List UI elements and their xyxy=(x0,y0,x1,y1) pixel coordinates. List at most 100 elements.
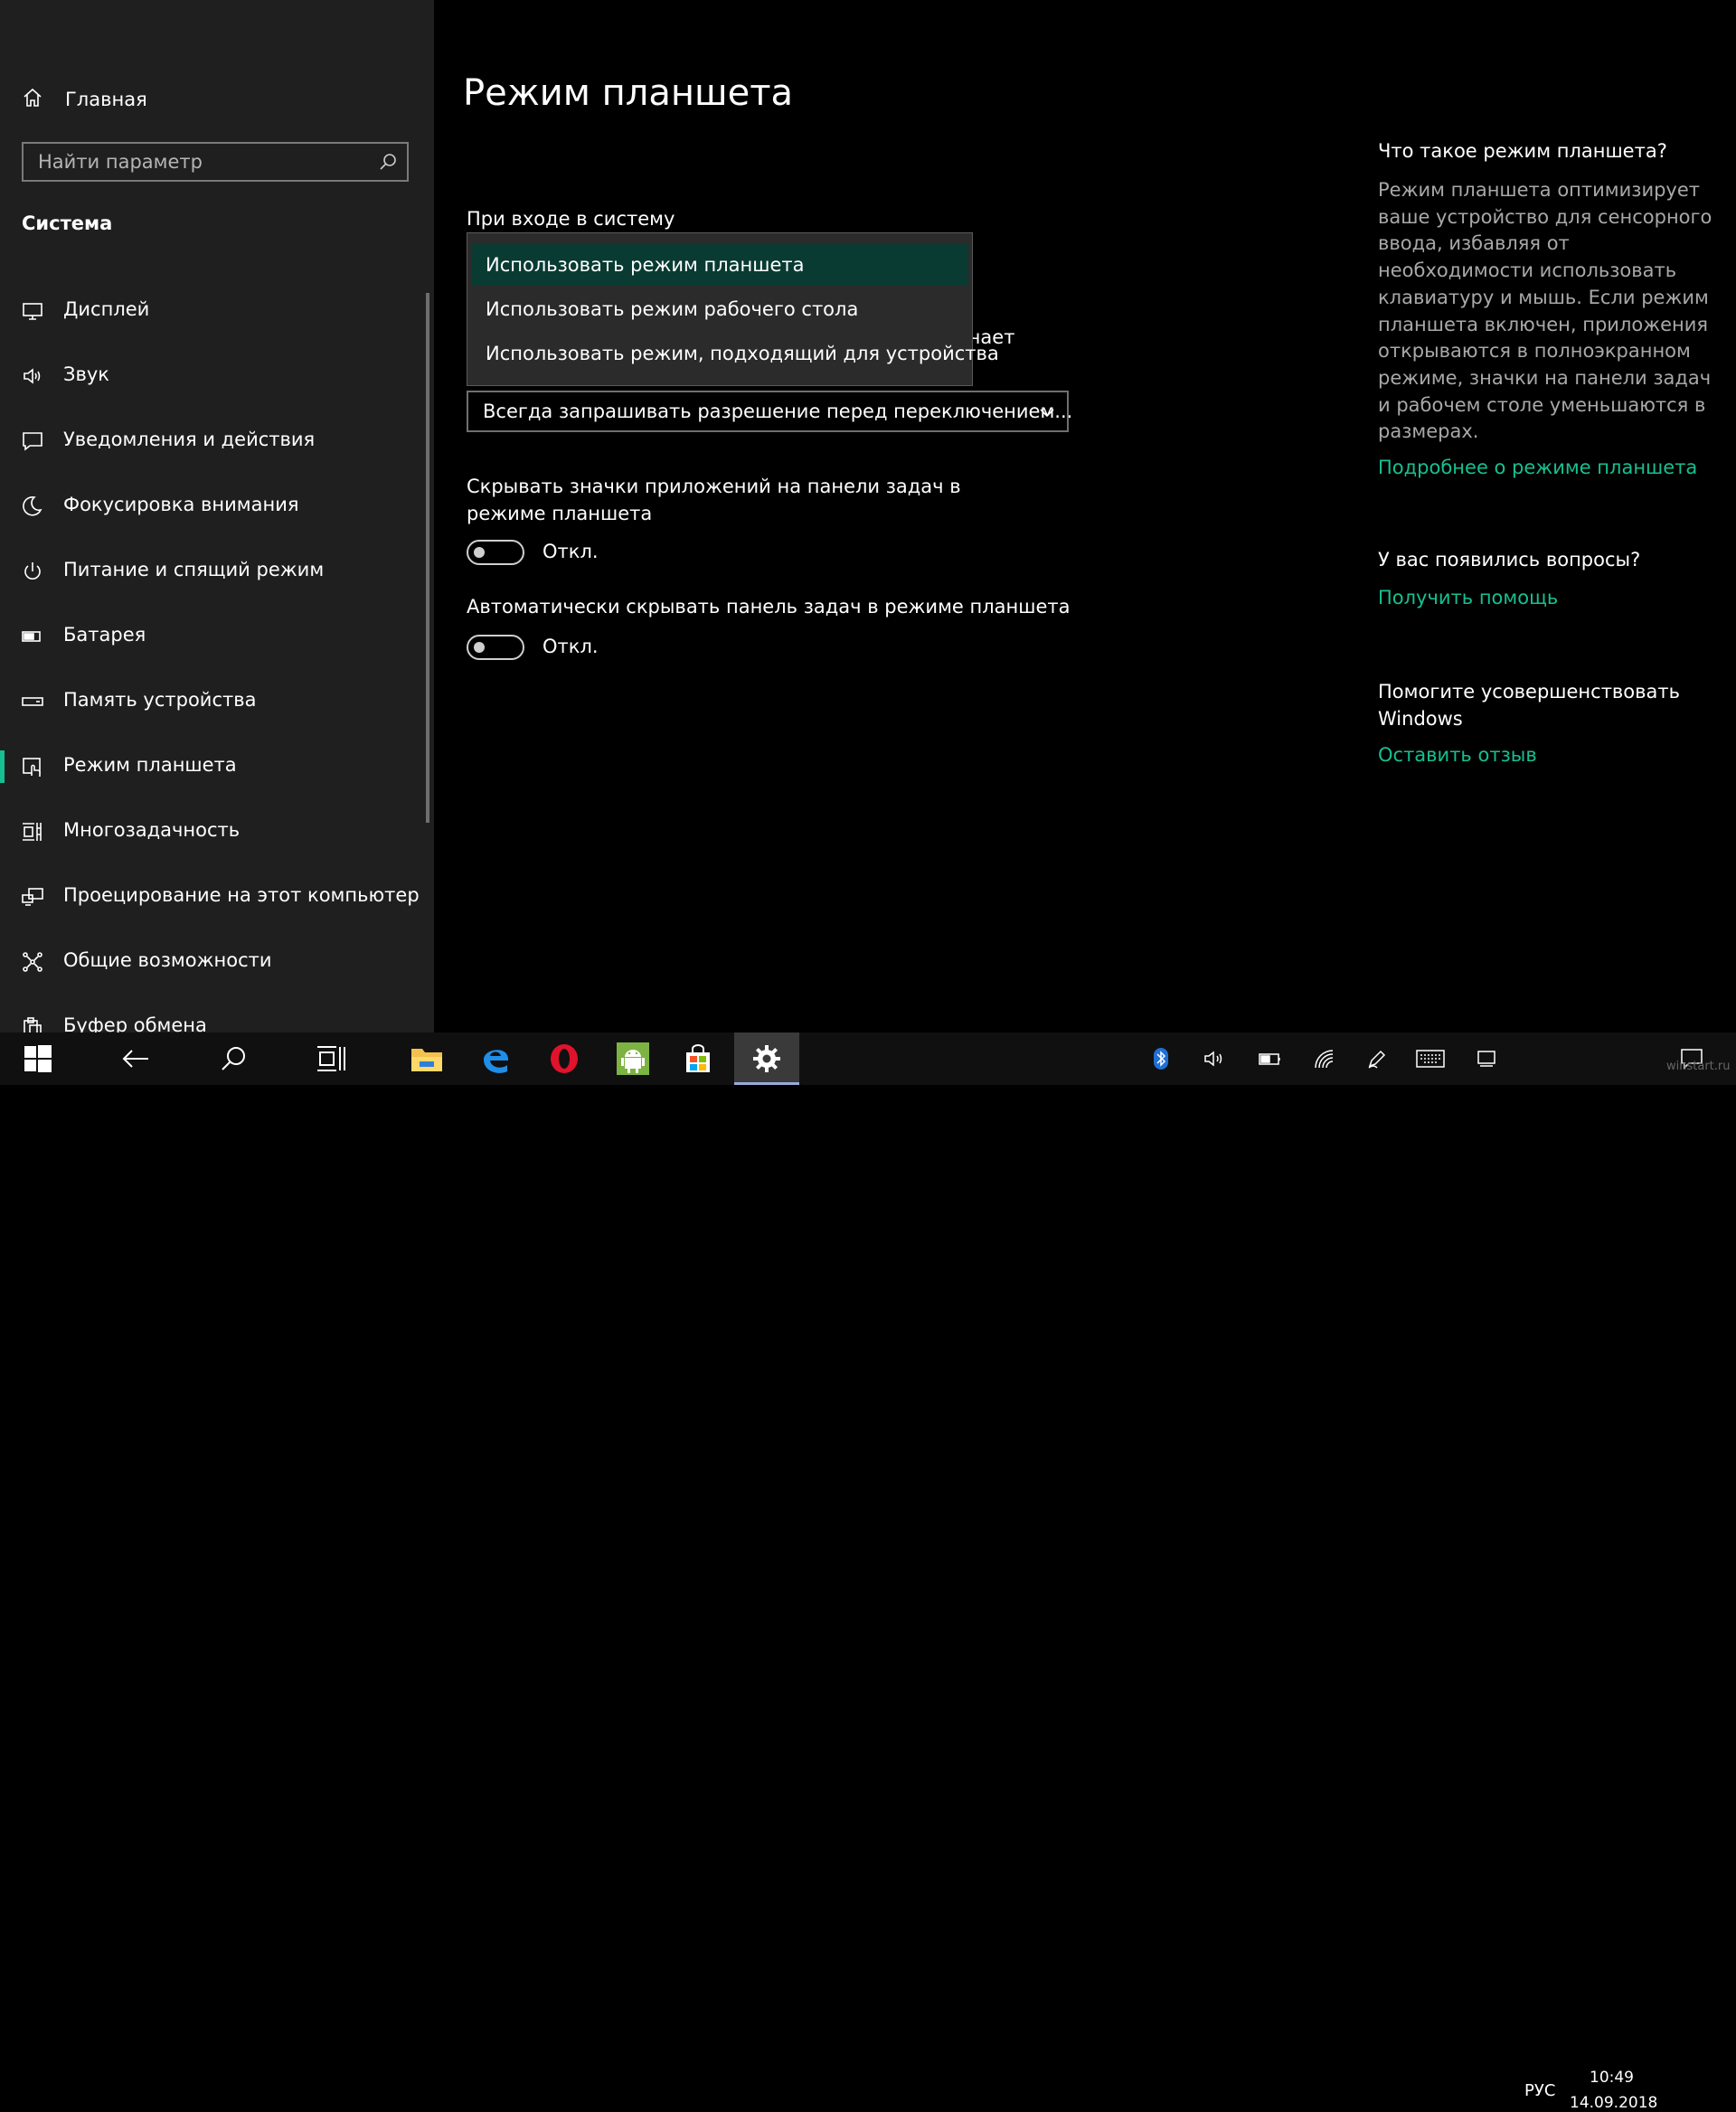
sidebar-scrollbar[interactable] xyxy=(426,293,429,823)
file-explorer-button[interactable] xyxy=(392,1032,460,1085)
sidebar-item-multitasking[interactable]: Многозадачность xyxy=(0,799,425,864)
sidebar-item-tablet-mode[interactable]: Режим планшета xyxy=(0,734,425,799)
help-feedback-link[interactable]: Оставить отзыв xyxy=(1378,744,1537,766)
toggle-knob xyxy=(474,642,485,653)
edge-browser-button[interactable] xyxy=(461,1032,529,1085)
battery-tray-icon[interactable] xyxy=(1257,1032,1284,1085)
sidebar-item-display[interactable]: Дисплей xyxy=(0,278,425,344)
language-indicator[interactable]: РУС xyxy=(1524,2081,1555,2100)
multitasking-icon xyxy=(23,823,42,841)
clock-time[interactable]: 10:49 xyxy=(1590,2069,1634,2087)
settings-app-button[interactable] xyxy=(734,1032,799,1085)
android-app-button[interactable] xyxy=(599,1032,666,1085)
home-label: Главная xyxy=(65,89,147,110)
task-view-icon xyxy=(317,1046,345,1071)
help-improve-heading: Помогите усовершенствовать Windows xyxy=(1378,681,1681,730)
pen-icon xyxy=(1368,1050,1386,1069)
store-button[interactable] xyxy=(666,1032,730,1085)
sidebar-item-sound[interactable]: Звук xyxy=(0,344,425,409)
autohide-state: Откл. xyxy=(542,636,599,657)
search-icon xyxy=(222,1047,245,1070)
sidebar-item-battery[interactable]: Батарея xyxy=(0,604,425,669)
sidebar-item-focus-assist[interactable]: Фокусировка внимания xyxy=(0,474,425,539)
hide-icons-toggle[interactable] xyxy=(467,540,524,565)
store-icon xyxy=(686,1044,710,1072)
hide-icons-label: Скрывать значки приложений на панели зад… xyxy=(467,476,961,524)
sidebar-item-label: Звук xyxy=(63,363,109,385)
pen-workspace-tray-icon[interactable] xyxy=(1363,1032,1391,1085)
sidebar-item-label: Общие возможности xyxy=(63,949,272,971)
section-heading: Система xyxy=(22,212,113,234)
selection-indicator xyxy=(0,750,5,783)
moon-icon xyxy=(23,495,42,516)
toggle-knob xyxy=(474,547,485,558)
edge-icon xyxy=(483,1050,508,1073)
taskbar: РУС 10:49 14.09.2018 xyxy=(0,1032,1736,2112)
clock-date[interactable]: 14.09.2018 xyxy=(1570,2094,1657,2112)
sidebar-item-projecting[interactable]: Проецирование на этот компьютер xyxy=(0,864,425,929)
help-learn-more-link[interactable]: Подробнее о режиме планшета xyxy=(1378,457,1697,478)
sidebar-item-clipboard[interactable]: Буфер обмена xyxy=(0,995,425,1032)
switch-behavior-value: Всегда запрашивать разрешение перед пере… xyxy=(483,401,1073,422)
sidebar-item-notifications[interactable]: Уведомления и действия xyxy=(0,409,425,474)
wifi-icon xyxy=(1315,1050,1334,1069)
dropdown-option-device-appropriate[interactable]: Использовать режим, подходящий для устро… xyxy=(471,333,999,374)
touch-keyboard-tray-icon[interactable] xyxy=(1414,1032,1447,1085)
task-view-button[interactable] xyxy=(295,1032,367,1085)
speaker-icon xyxy=(1204,1051,1222,1067)
dropdown-option-desktop[interactable]: Использовать режим рабочего стола xyxy=(471,288,968,330)
windows-logo-icon xyxy=(24,1045,52,1072)
opera-icon xyxy=(550,1044,578,1073)
battery-icon xyxy=(22,631,41,642)
volume-tray-icon[interactable] xyxy=(1201,1032,1228,1085)
hide-icons-state: Откл. xyxy=(542,541,599,562)
dropdown-option-tablet[interactable]: Использовать режим планшета xyxy=(471,244,968,286)
back-button[interactable] xyxy=(99,1032,172,1085)
wifi-tray-icon[interactable] xyxy=(1311,1032,1338,1085)
file-explorer-icon xyxy=(410,1049,442,1071)
notification-icon xyxy=(23,432,42,451)
sidebar-item-label: Питание и спящий режим xyxy=(63,559,325,580)
sidebar-item-label: Дисплей xyxy=(63,298,150,320)
storage-icon xyxy=(22,697,43,706)
sidebar-item-label: Память устройства xyxy=(63,689,257,711)
search-icon[interactable] xyxy=(378,152,398,175)
shared-experiences-icon xyxy=(23,952,42,972)
help-about-heading: Что такое режим планшета? xyxy=(1378,140,1667,162)
action-center-tablet-tray-icon[interactable] xyxy=(1474,1032,1499,1085)
sidebar-item-shared-experiences[interactable]: Общие возможности xyxy=(0,929,425,995)
opera-browser-button[interactable] xyxy=(530,1032,598,1085)
chevron-down-icon xyxy=(1038,403,1056,425)
notifications-tray-button[interactable] xyxy=(1678,1032,1705,1085)
nav-list: Дисплей Звук Уведомления и действия Фоку… xyxy=(0,278,425,1032)
sidebar-item-label: Режим планшета xyxy=(63,754,237,776)
search-taskbar-button[interactable] xyxy=(197,1032,269,1085)
page-title: Режим планшета xyxy=(463,72,794,114)
autohide-toggle[interactable] xyxy=(467,635,524,660)
help-questions-heading: У вас появились вопросы? xyxy=(1378,549,1641,570)
sidebar-item-power-sleep[interactable]: Питание и спящий режим xyxy=(0,539,425,604)
tablet-icon xyxy=(1477,1051,1495,1067)
sidebar-item-label: Многозадачность xyxy=(63,819,241,841)
sidebar-item-label: Проецирование на этот компьютер xyxy=(63,884,420,906)
gear-icon xyxy=(753,1045,780,1072)
back-arrow-icon xyxy=(122,1050,148,1068)
autohide-label: Автоматически скрывать панель задач в ре… xyxy=(467,596,1071,618)
settings-sidebar: Главная Найти параметр Система Дисплей З… xyxy=(0,0,434,1032)
bluetooth-icon xyxy=(1154,1048,1168,1070)
projecting-icon xyxy=(22,888,43,906)
home-icon xyxy=(22,87,43,113)
sidebar-item-storage[interactable]: Память устройства xyxy=(0,669,425,734)
bluetooth-tray-icon[interactable] xyxy=(1150,1032,1172,1085)
switch-behavior-dropdown[interactable]: Всегда запрашивать разрешение перед пере… xyxy=(467,391,1073,432)
search-input[interactable]: Найти параметр xyxy=(22,142,409,182)
sidebar-item-label: Уведомления и действия xyxy=(63,429,316,450)
signin-dropdown-list[interactable]: Использовать режим планшета Использовать… xyxy=(467,232,999,386)
help-get-help-link[interactable]: Получить помощь xyxy=(1378,587,1558,608)
home-nav-item[interactable]: Главная xyxy=(22,83,147,116)
search-placeholder: Найти параметр xyxy=(38,151,203,173)
start-button[interactable] xyxy=(0,1032,76,1085)
sidebar-item-label: Батарея xyxy=(63,624,146,646)
signin-label: При входе в систему xyxy=(467,208,675,230)
sidebar-item-label: Фокусировка внимания xyxy=(63,494,299,515)
